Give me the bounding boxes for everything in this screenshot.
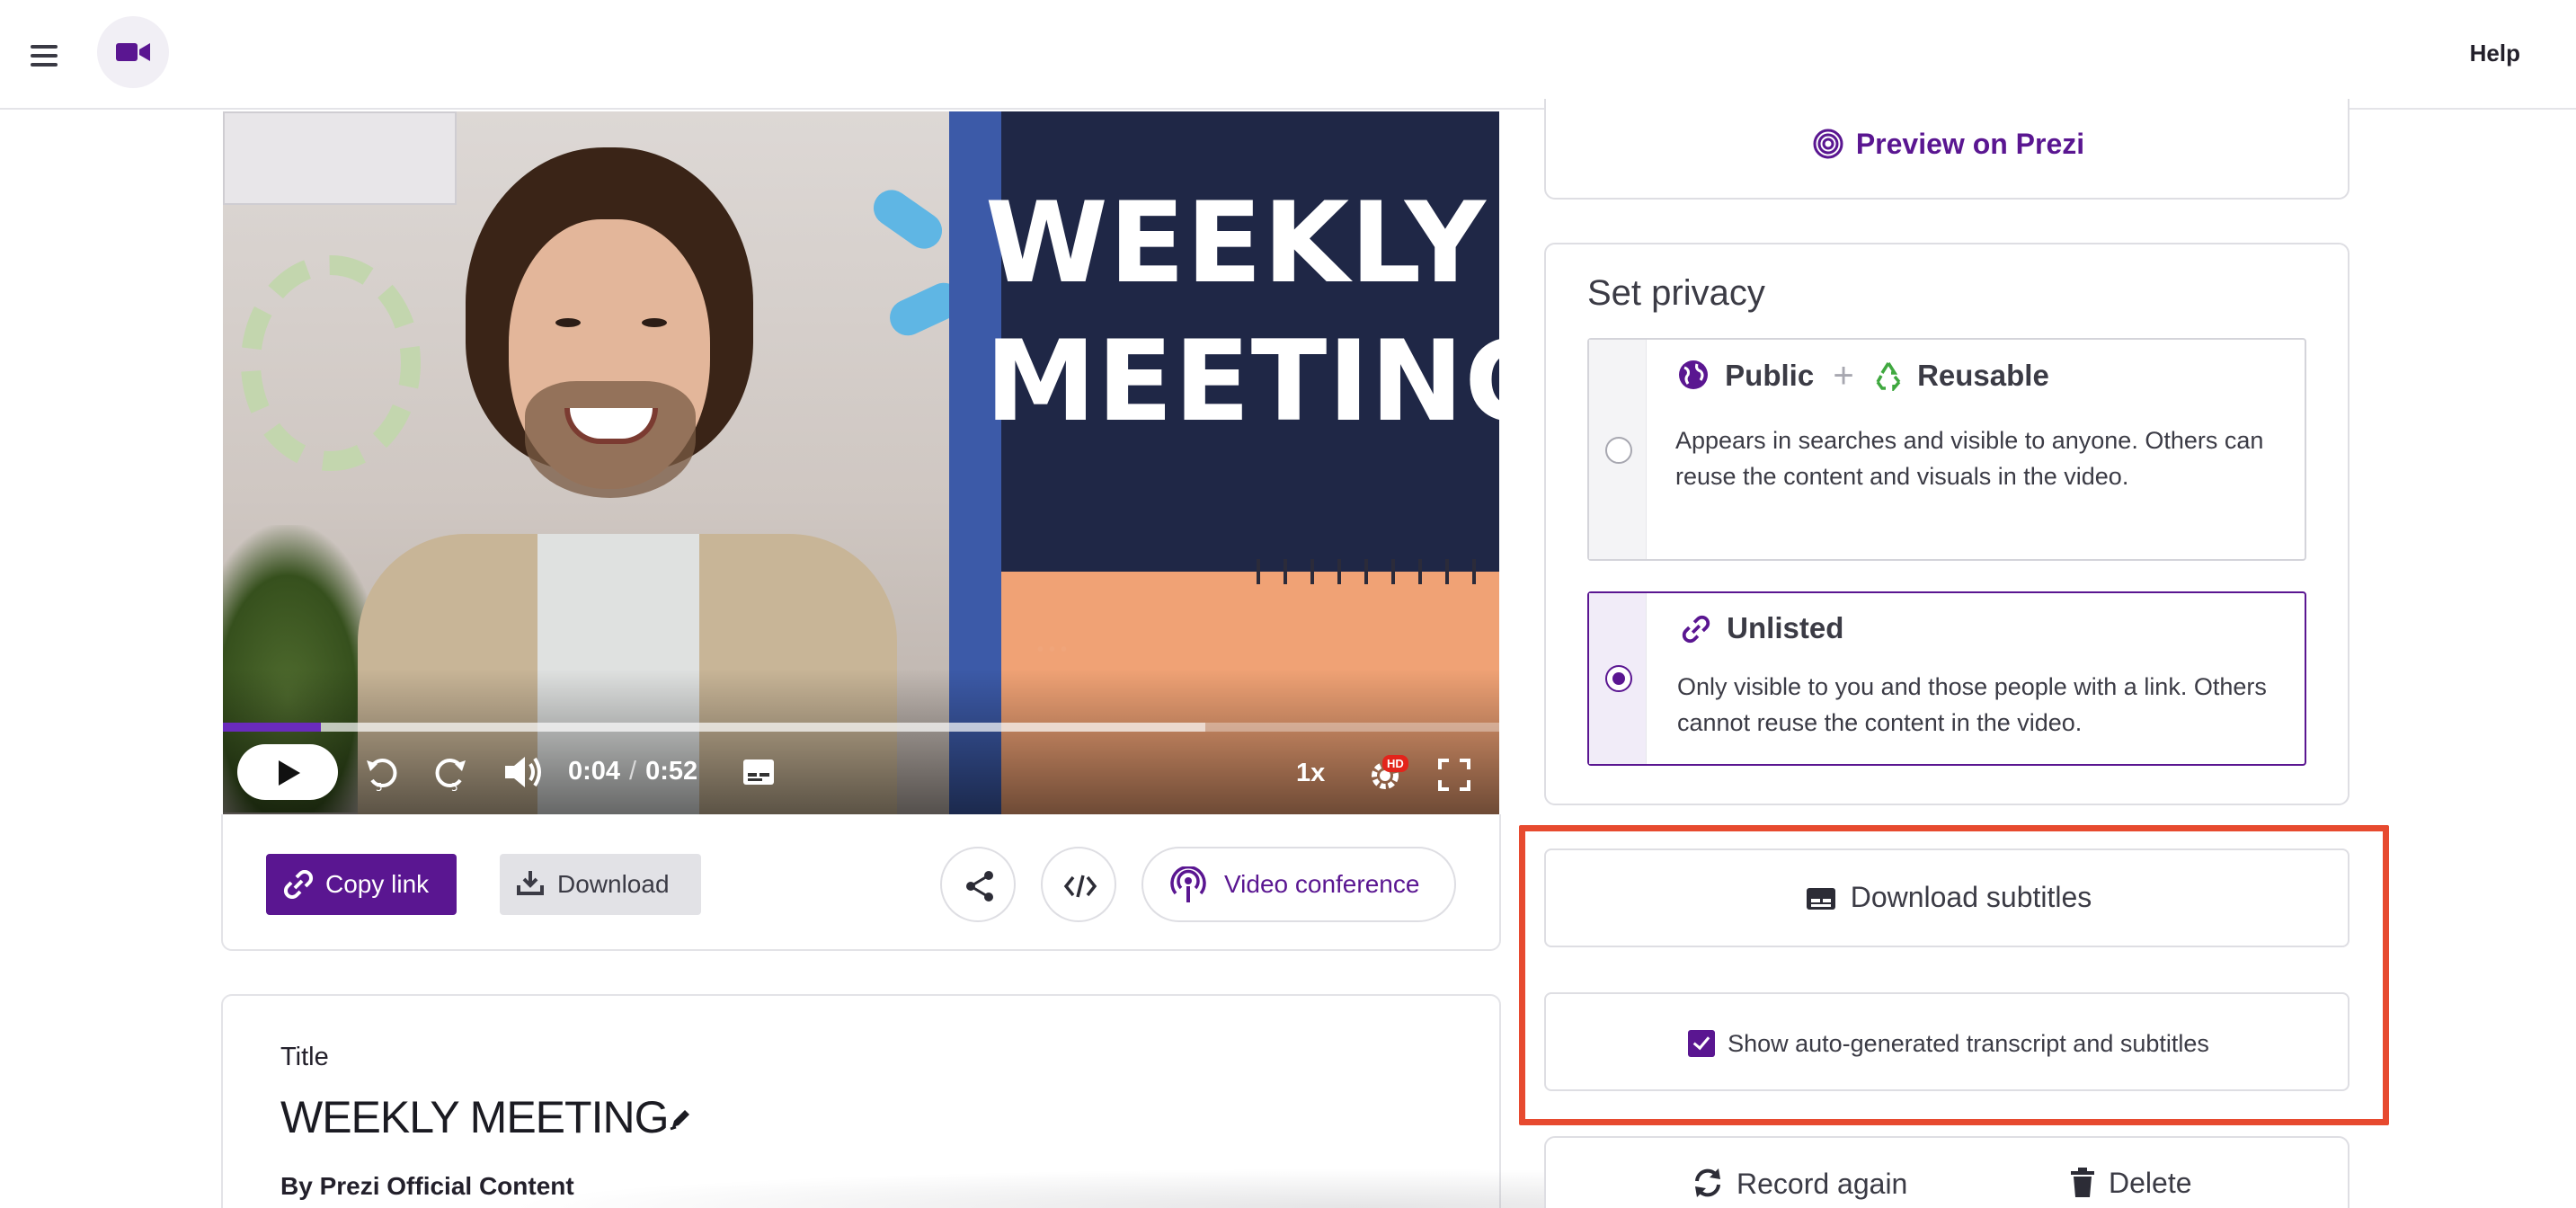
- show-transcript-label[interactable]: Show auto-generated transcript and subti…: [1728, 1030, 2209, 1057]
- download-button[interactable]: Download: [500, 854, 701, 915]
- svg-text:5: 5: [451, 781, 458, 793]
- hd-badge: HD: [1382, 755, 1408, 772]
- privacy-title: Set privacy: [1587, 273, 1765, 313]
- trash-icon: [2071, 1168, 2094, 1197]
- video-conference-button[interactable]: Video conference: [1141, 847, 1456, 922]
- video-camera-icon: [116, 43, 150, 61]
- fullscreen-icon[interactable]: [1438, 759, 1470, 795]
- radio-public[interactable]: [1605, 437, 1632, 464]
- show-transcript-checkbox[interactable]: [1688, 1030, 1716, 1057]
- slide-title: WEEKLY MEETING: [985, 179, 1499, 447]
- copy-link-button[interactable]: Copy link: [266, 854, 457, 915]
- record-actions-card: [1544, 1136, 2349, 1208]
- recycle-icon: [1876, 362, 1901, 393]
- volume-icon[interactable]: [503, 753, 545, 795]
- privacy-option-unlisted[interactable]: Unlisted Only visible to you and those p…: [1587, 591, 2306, 766]
- embed-code-icon: [1063, 875, 1097, 898]
- playback-speed[interactable]: 1x: [1296, 759, 1325, 788]
- share-button[interactable]: [940, 847, 1016, 922]
- privacy-option-public[interactable]: Public + Reusable Appears in searches an…: [1587, 338, 2306, 561]
- title-label: Title: [280, 1043, 329, 1071]
- forward-5-icon[interactable]: 5: [430, 753, 469, 797]
- radio-unlisted[interactable]: [1605, 665, 1632, 692]
- progress-bar[interactable]: [223, 723, 1499, 732]
- video-player[interactable]: WEEKLY MEETING ••• 5 5 0:04/0:52 1x HD: [223, 111, 1499, 816]
- edit-pencil-icon[interactable]: [669, 1107, 692, 1135]
- preview-on-prezi-button[interactable]: Preview on Prezi: [1544, 99, 2349, 200]
- progress-buffer: [223, 723, 1206, 732]
- subtitles-icon: [1806, 888, 1835, 910]
- transcript-toggle-card: Show auto-generated transcript and subti…: [1544, 992, 2349, 1091]
- rewind-5-icon[interactable]: 5: [363, 753, 403, 797]
- record-again-button[interactable]: Record again: [1692, 1167, 1907, 1201]
- prezi-logo-icon: [1813, 129, 1843, 159]
- app-badge[interactable]: [97, 16, 169, 88]
- time-display: 0:04/0:52: [568, 757, 698, 786]
- globe-icon: [1679, 360, 1708, 389]
- help-link[interactable]: Help: [2470, 40, 2520, 67]
- download-subtitles-button[interactable]: Download subtitles: [1544, 848, 2349, 947]
- captions-icon[interactable]: [742, 759, 775, 790]
- share-icon: [966, 871, 993, 902]
- embed-button[interactable]: [1041, 847, 1116, 922]
- link-icon: [283, 870, 314, 899]
- play-icon: [279, 760, 300, 786]
- svg-text:5: 5: [376, 781, 383, 793]
- refresh-icon: [1695, 1168, 1720, 1197]
- play-button[interactable]: [237, 744, 338, 800]
- broadcast-icon: [1170, 866, 1206, 902]
- video-title: WEEKLY MEETING: [280, 1092, 669, 1142]
- progress-fill: [223, 723, 322, 732]
- link-icon: [1682, 615, 1710, 644]
- download-icon: [517, 871, 544, 895]
- delete-button[interactable]: Delete: [2069, 1167, 2192, 1200]
- hamburger-menu-icon[interactable]: [31, 40, 67, 70]
- top-bar: Help: [0, 0, 2576, 110]
